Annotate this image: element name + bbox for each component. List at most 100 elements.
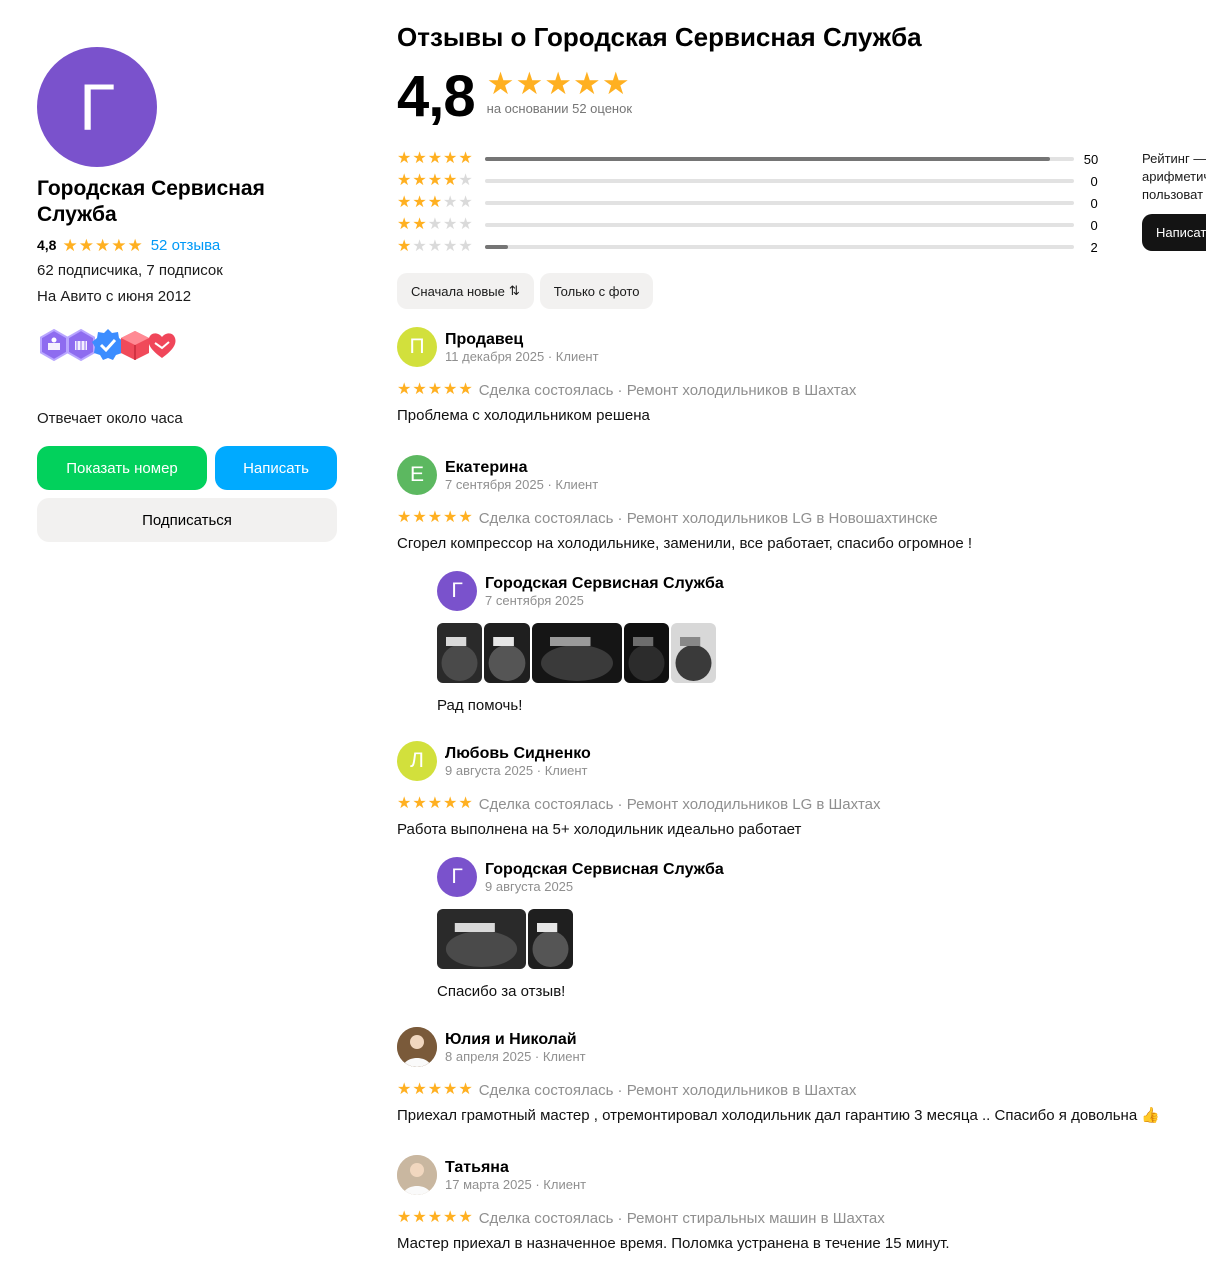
deal-info: Сделка состоялась · Ремонт стиральных ма… <box>478 1209 885 1227</box>
review-text: Мастер приехал в назначенное время. Поло… <box>397 1235 950 1252</box>
distribution-row-3[interactable]: ★ ★ ★ ★ ★ 0 <box>397 192 1117 214</box>
star-icon: ★ <box>127 235 143 255</box>
distribution-row-1[interactable]: ★ ★ ★ ★ ★ 2 <box>397 236 1117 258</box>
star-icon: ★ <box>427 509 443 526</box>
author-name[interactable]: Любовь Сидненко <box>445 744 591 763</box>
handshake-badge-icon[interactable] <box>145 328 179 362</box>
star-icon: ★ <box>412 795 427 812</box>
author-avatar[interactable]: Е <box>397 455 437 495</box>
deal-info: Сделка состоялась · Ремонт холодильников… <box>478 381 857 399</box>
author-avatar[interactable]: П <box>397 327 437 367</box>
star-icon: ★ <box>486 66 515 101</box>
author-info: Юлия и Николай 8 апреля 2025 · Клиент <box>445 1030 586 1065</box>
member-since: На Авито с июня 2012 <box>37 288 192 305</box>
star-icon: ★ <box>397 194 412 211</box>
star-icon: ★ <box>412 172 427 189</box>
author-avatar[interactable] <box>397 1155 437 1195</box>
author-avatar[interactable] <box>397 1027 437 1067</box>
photo-only-chip[interactable]: Только с фото <box>539 273 654 309</box>
star-icon: ★ <box>412 150 427 167</box>
review-stars: ★ ★ ★ ★ ★ <box>397 1082 473 1098</box>
distribution-row-2[interactable]: ★ ★ ★ ★ ★ 0 <box>397 214 1117 236</box>
star-icon: ★ <box>427 150 443 167</box>
seller-name[interactable]: Городская Сервисная Служба <box>37 176 297 228</box>
write-review-button[interactable]: Написат <box>1142 214 1206 251</box>
photo-thumbnail-icon <box>528 909 573 969</box>
author-name[interactable]: Городская Сервисная Служба <box>485 574 724 593</box>
show-phone-button[interactable]: Показать номер <box>37 446 207 490</box>
seller-reply: Г Городская Сервисная Служба 7 сентября 20… <box>437 571 1206 714</box>
author-avatar[interactable]: Г <box>437 571 477 611</box>
review-item: П Продавец 11 декабря 2025 · Клиент ★ ★ ★ ★ ★ Сд… <box>397 327 1206 425</box>
distribution-count: 50 <box>1083 151 1099 167</box>
author-info: Городская Сервисная Служба 7 сентября 202… <box>485 574 724 609</box>
star-icon: ★ <box>397 150 412 167</box>
review-text: Проблема с холодильником решена <box>397 407 650 424</box>
review-text: Сгорел компрессор на холодильнике, замен… <box>397 535 973 552</box>
author-avatar[interactable]: Л <box>397 741 437 781</box>
sort-newest-chip[interactable]: Сначала новые ⇅ <box>397 273 534 309</box>
reviews-count-link[interactable]: 52 отзыва <box>151 237 221 254</box>
distribution-stars: ★ ★ ★ ★ ★ <box>397 217 473 233</box>
distribution-stars: ★ ★ ★ ★ ★ <box>397 195 473 211</box>
author-name[interactable]: Продавец <box>445 330 599 349</box>
star-icon: ★ <box>412 1209 427 1226</box>
ratings-count: на основании 52 оценок <box>486 101 633 116</box>
reply-photo[interactable] <box>671 623 716 683</box>
star-icon: ★ <box>458 1081 473 1098</box>
star-icon: ★ <box>443 238 458 255</box>
distribution-stars: ★ ★ ★ ★ ★ <box>397 173 473 189</box>
star-icon: ★ <box>62 235 78 255</box>
distribution-bar-fill <box>484 157 1051 161</box>
photo-thumbnail-icon <box>437 909 526 969</box>
distribution-count: 0 <box>1090 217 1098 233</box>
reply-photo[interactable] <box>532 623 622 683</box>
review-rating-line: ★ ★ ★ ★ ★ Сделка состоялась · Ремонт холодиль… <box>397 795 1206 813</box>
seller-rating-row: 4,8 ★ ★ ★ ★ ★ 52 отзыва <box>37 236 337 254</box>
star-icon: ★ <box>458 194 473 211</box>
author-name[interactable]: Юлия и Николай <box>445 1030 586 1049</box>
distribution-row-4[interactable]: ★ ★ ★ ★ ★ 0 <box>397 170 1117 192</box>
distribution-row-5[interactable]: ★ ★ ★ ★ ★ 50 <box>397 148 1117 170</box>
review-text: Работа выполнена на 5+ холодильник идеал… <box>397 821 802 838</box>
star-icon: ★ <box>397 172 412 189</box>
author-info: Продавец 11 декабря 2025 · Клиент <box>445 330 599 365</box>
star-icon: ★ <box>397 381 412 398</box>
star-icon: ★ <box>544 66 573 101</box>
reply-photo[interactable] <box>484 623 530 683</box>
distribution-count: 0 <box>1090 195 1098 211</box>
star-icon: ★ <box>458 381 473 398</box>
review-date: 7 сентября 2025 <box>485 592 584 608</box>
star-icon: ★ <box>397 509 412 526</box>
author-name[interactable]: Городская Сервисная Служба <box>485 860 724 879</box>
author-avatar[interactable]: Г <box>437 857 477 897</box>
star-icon: ★ <box>427 194 443 211</box>
reply-photo[interactable] <box>624 623 669 683</box>
star-icon: ★ <box>443 150 458 167</box>
review-date: 9 августа 2025 <box>485 878 574 894</box>
reply-photo[interactable] <box>528 909 573 969</box>
review-rating-line: ★ ★ ★ ★ ★ Сделка состоялась · Ремонт холодиль… <box>397 1081 1206 1099</box>
followers-info[interactable]: 62 подписчика, 7 подписок <box>37 262 337 280</box>
distribution-bar <box>484 157 1074 161</box>
star-icon: ★ <box>458 509 473 526</box>
reply-photo[interactable] <box>437 623 482 683</box>
seller-avatar[interactable]: Г <box>37 47 157 167</box>
sort-arrows-icon: ⇅ <box>508 283 520 298</box>
star-icon: ★ <box>412 194 427 211</box>
author-name[interactable]: Екатерина <box>445 458 598 477</box>
page-title: Отзывы о Городская Сервисная Служба <box>397 22 922 52</box>
response-time: Отвечает около часа <box>37 410 183 427</box>
review-stars: ★ ★ ★ ★ ★ <box>397 1210 473 1226</box>
review-date: 11 декабря 2025 · Клиент <box>445 348 599 364</box>
review-text: Приехал грамотный мастер , отремонтирова… <box>397 1107 1161 1124</box>
author-name[interactable]: Татьяна <box>445 1158 586 1177</box>
subscribe-button[interactable]: Подписаться <box>37 498 337 542</box>
seller-reply: Г Городская Сервисная Служба 9 августа 202… <box>437 857 1206 1000</box>
write-message-button[interactable]: Написать <box>215 446 337 490</box>
photo-thumbnail-icon <box>484 623 530 683</box>
reply-text: Спасибо за отзыв! <box>437 983 566 1000</box>
distribution-bar <box>484 223 1074 227</box>
distribution-bar <box>484 201 1074 205</box>
reply-photo[interactable] <box>437 909 526 969</box>
